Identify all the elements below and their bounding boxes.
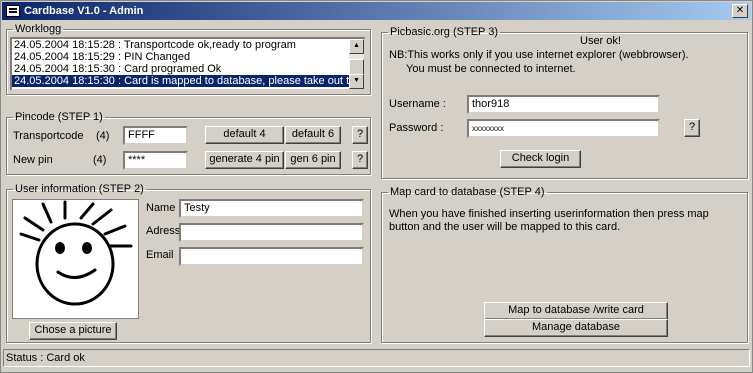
transportcode-digits: (4)	[96, 130, 110, 142]
worklog-listbox[interactable]: 24.05.2004 18:15:28 : Transportcode ok,r…	[10, 37, 366, 91]
window-title: Cardbase V1.0 - Admin	[24, 5, 144, 17]
status-bar: Status : Card ok	[3, 349, 750, 367]
manage-database-button[interactable]: Manage database	[484, 319, 668, 337]
newpin-help-button[interactable]: ?	[352, 151, 368, 169]
password-help-button[interactable]: ?	[684, 119, 700, 137]
picbasic-legend: Picbasic.org (STEP 3)	[390, 26, 499, 38]
newpin-input[interactable]: ****	[123, 151, 188, 170]
check-login-button[interactable]: Check login	[500, 150, 581, 168]
email-label: Email	[146, 249, 174, 261]
worklog-legend: Worklogg	[15, 23, 62, 35]
worklog-entry[interactable]: 24.05.2004 18:15:30 : Card is mapped to …	[12, 75, 364, 87]
scroll-up-icon[interactable]: ▲	[349, 39, 364, 54]
generate-6-pin-button[interactable]: gen 6 pin	[285, 151, 341, 169]
mapcard-legend: Map card to database (STEP 4)	[390, 186, 545, 198]
login-status: User ok!	[580, 35, 621, 47]
user-picture	[12, 199, 139, 319]
scroll-down-icon[interactable]: ▼	[349, 74, 364, 89]
worklog-entry[interactable]: 24.05.2004 18:15:29 : PIN Changed	[12, 51, 364, 63]
password-input[interactable]: xxxxxxxx	[467, 119, 660, 138]
mapcard-desc-line2: button and the user will be mapped to th…	[389, 221, 621, 233]
pincode-help-button[interactable]: ?	[352, 126, 368, 144]
newpin-label: New pin	[13, 154, 53, 166]
newpin-digits: (4)	[93, 154, 107, 166]
map-to-database-button[interactable]: Map to database /write card	[484, 302, 668, 320]
password-label: Password :	[389, 122, 444, 134]
browser-note-line1: NB:This works only if you use internet e…	[389, 49, 689, 61]
name-label: Name	[146, 202, 176, 214]
title-bar[interactable]: Cardbase V1.0 - Admin ✕	[2, 2, 751, 20]
mapcard-desc-line1: When you have finished inserting userinf…	[389, 208, 709, 220]
close-button[interactable]: ✕	[732, 4, 748, 18]
username-input[interactable]: thor918	[467, 95, 660, 114]
userinfo-legend: User information (STEP 2)	[15, 183, 144, 195]
choose-picture-button[interactable]: Chose a picture	[29, 322, 117, 340]
app-window: Cardbase V1.0 - Admin ✕ Worklogg 24.05.2…	[0, 0, 753, 373]
generate-4-pin-button[interactable]: generate 4 pin	[205, 151, 284, 169]
browser-note-line2: You must be connected to internet.	[406, 63, 576, 75]
address-label: Adress	[146, 225, 181, 237]
app-icon	[6, 5, 20, 17]
address-input[interactable]	[179, 223, 364, 242]
pincode-legend: Pincode (STEP 1)	[15, 111, 103, 123]
default-4-button[interactable]: default 4	[205, 126, 284, 144]
worklog-scrollbar[interactable]: ▲ ▼	[349, 39, 364, 89]
username-label: Username :	[389, 98, 446, 110]
transportcode-label: Transportcode	[13, 130, 84, 142]
face-drawing-icon	[19, 200, 133, 306]
default-6-button[interactable]: default 6	[285, 126, 341, 144]
transportcode-input[interactable]: FFFF	[123, 126, 188, 145]
name-input[interactable]: Testy	[179, 199, 364, 218]
worklog-entry[interactable]: 24.05.2004 18:15:30 : Card programed Ok	[12, 63, 364, 75]
email-input[interactable]	[179, 247, 364, 266]
worklog-entry[interactable]: 24.05.2004 18:15:28 : Transportcode ok,r…	[12, 39, 364, 51]
